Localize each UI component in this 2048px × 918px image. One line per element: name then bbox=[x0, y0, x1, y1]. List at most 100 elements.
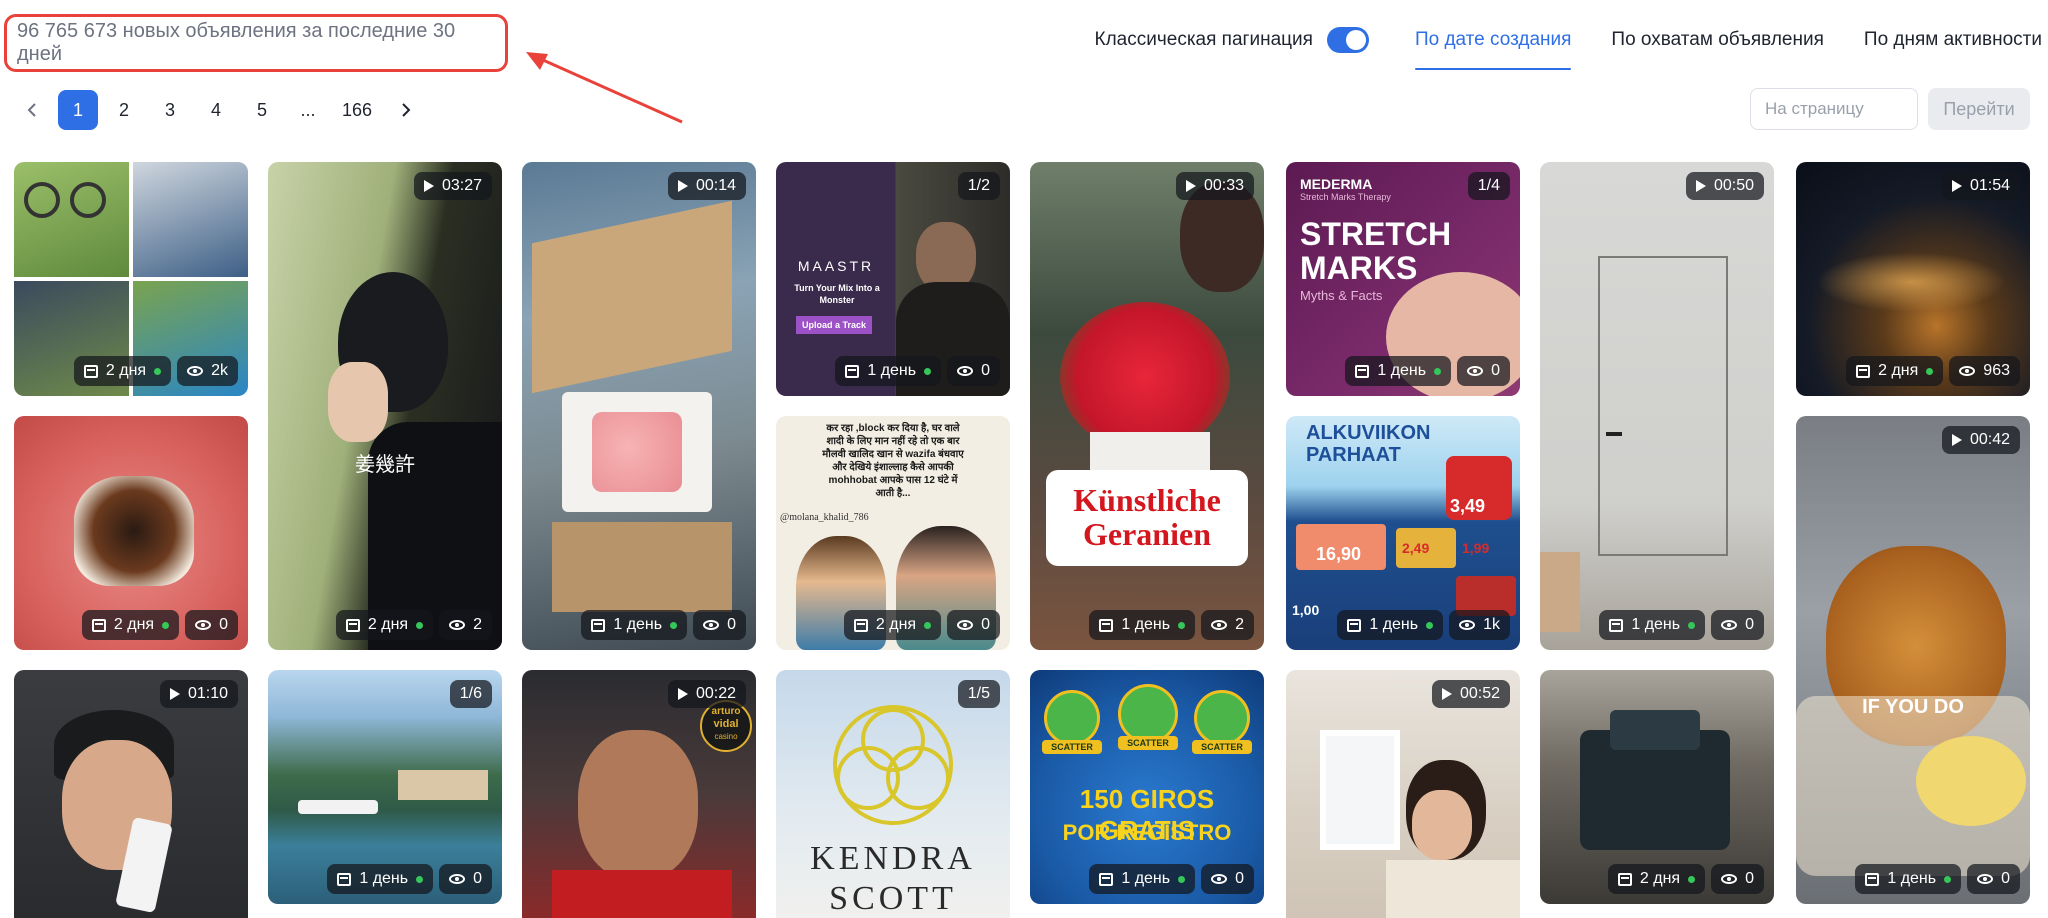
video-duration: 00:42 bbox=[1969, 431, 2010, 448]
classic-pagination-toggle[interactable] bbox=[1326, 27, 1369, 53]
ad-card[interactable]: 01:54 2 дня 963 bbox=[1796, 162, 2030, 396]
scatter-label-2: SCATTER bbox=[1118, 736, 1178, 750]
ad-age: 1 день bbox=[1887, 870, 1937, 887]
ad-stats: 2 дня 2 bbox=[330, 610, 492, 640]
play-icon bbox=[677, 180, 688, 192]
age-chip: 2 дня bbox=[335, 610, 434, 640]
annotation-arrow-icon bbox=[526, 52, 683, 124]
ad-card[interactable]: Künstliche Geranien 00:33 1 день 2 bbox=[1030, 162, 1264, 650]
views-chip: 0 bbox=[185, 610, 238, 640]
logo-text-3: casino bbox=[714, 732, 738, 741]
ad-title-line2: PARHAAT bbox=[1306, 444, 1401, 466]
price-5: 1,00 bbox=[1292, 602, 1320, 618]
ad-age: 1 день bbox=[867, 362, 917, 379]
ad-title-line2: MARKS bbox=[1300, 250, 1418, 286]
ad-views: 0 bbox=[219, 616, 228, 633]
ad-card[interactable]: 00:14 1 день 0 bbox=[522, 162, 756, 650]
video-duration: 03:27 bbox=[441, 177, 482, 194]
ad-title-line1: ALKUVIIKON bbox=[1306, 422, 1431, 444]
age-chip: 1 день bbox=[1089, 610, 1196, 640]
age-chip: 1 день bbox=[1599, 610, 1706, 640]
ad-card[interactable]: 00:52 bbox=[1286, 670, 1520, 918]
ad-stats: 2 дня 0 bbox=[1602, 864, 1764, 894]
ad-views: 2k bbox=[211, 362, 228, 379]
ad-count-text: 96 765 673 новых объявления за последние… bbox=[17, 20, 456, 65]
active-status-dot bbox=[1426, 621, 1434, 629]
ad-card[interactable]: KENDRA SCOTT 1/5 bbox=[776, 670, 1010, 918]
sort-tab-by-creation-date[interactable]: По дате создания bbox=[1414, 16, 1572, 70]
sort-tab-by-active-days[interactable]: По дням активности bbox=[1864, 16, 2042, 64]
page-5-button[interactable]: 5 bbox=[242, 90, 282, 130]
views-chip: 0 bbox=[1967, 864, 2020, 894]
eye-icon bbox=[449, 874, 466, 884]
page-3-button[interactable]: 3 bbox=[150, 90, 190, 130]
duration-badge: 00:22 bbox=[667, 680, 746, 708]
ad-card[interactable]: 01:10 bbox=[14, 670, 248, 918]
ad-card[interactable]: ALKUVIIKON PARHAAT 3,49 16,90 2,49 1,99 … bbox=[1286, 416, 1520, 650]
duration-badge: 01:10 bbox=[159, 680, 238, 708]
sort-tab-by-reach[interactable]: По охватам объявления bbox=[1611, 16, 1823, 64]
ad-card[interactable]: MEDERMA Stretch Marks Therapy STRETCH MA… bbox=[1286, 162, 1520, 396]
video-duration: 00:52 bbox=[1459, 685, 1500, 702]
ad-stats: 1 день 2 bbox=[1083, 610, 1254, 640]
logo-text-2: vidal bbox=[713, 718, 739, 730]
ad-stats: 1 день 0 bbox=[321, 864, 492, 894]
ad-age: 1 день bbox=[1369, 616, 1419, 633]
active-status-dot bbox=[670, 621, 678, 629]
views-chip: 0 bbox=[947, 356, 1000, 386]
active-status-dot bbox=[1434, 367, 1442, 375]
ad-views: 0 bbox=[1745, 616, 1754, 633]
slide-counter: 1/2 bbox=[967, 177, 990, 194]
ad-card[interactable]: SCATTER SCATTER SCATTER 150 GIROS GRATIS… bbox=[1030, 670, 1264, 904]
calendar-icon bbox=[591, 618, 606, 632]
page-1-button[interactable]: 1 bbox=[58, 90, 98, 130]
ad-views: 2 bbox=[473, 616, 482, 633]
play-icon bbox=[677, 688, 688, 700]
ad-thumbnail bbox=[522, 162, 756, 650]
slide-counter: 1/6 bbox=[459, 685, 482, 702]
ad-handle: @molana_khalid_786 bbox=[780, 512, 869, 523]
page-166-button[interactable]: 166 bbox=[334, 90, 380, 130]
ad-age: 1 день bbox=[1377, 362, 1427, 379]
scatter-label-1: SCATTER bbox=[1042, 740, 1102, 754]
prev-page-button[interactable] bbox=[12, 90, 52, 130]
ad-card[interactable]: IF YOU DO 00:42 1 день 0 bbox=[1796, 416, 2030, 904]
duration-badge: 00:42 bbox=[1941, 426, 2020, 454]
ad-age: 2 дня bbox=[1878, 362, 1919, 379]
age-chip: 1 день bbox=[1089, 864, 1196, 894]
age-chip: 2 дня bbox=[81, 610, 180, 640]
ad-card[interactable]: MAASTR Turn Your Mix Into a Monster Uplo… bbox=[776, 162, 1010, 396]
ad-card[interactable]: 2 дня 2k bbox=[14, 162, 248, 396]
ad-age: 1 день bbox=[359, 870, 409, 887]
ad-card[interactable]: arturo vidal casino 00:22 bbox=[522, 670, 756, 918]
active-status-dot bbox=[416, 875, 424, 883]
eye-icon bbox=[1959, 366, 1976, 376]
ad-card[interactable]: 1/6 1 день 0 bbox=[268, 670, 502, 904]
active-status-dot bbox=[416, 621, 424, 629]
ad-text-line4: और देखिये इंशाल्लाह कैसे आपकी bbox=[832, 462, 954, 473]
ad-caption: 姜幾許 bbox=[355, 454, 415, 476]
ad-card[interactable]: 2 дня 0 bbox=[14, 416, 248, 650]
page-4-button[interactable]: 4 bbox=[196, 90, 236, 130]
age-chip: 1 день bbox=[1337, 610, 1444, 640]
ad-card[interactable]: 00:50 1 день 0 bbox=[1540, 162, 1774, 650]
eye-icon bbox=[1459, 620, 1476, 630]
page-2-button[interactable]: 2 bbox=[104, 90, 144, 130]
ad-card[interactable]: 2 дня 0 bbox=[1540, 670, 1774, 904]
eye-icon bbox=[703, 620, 720, 630]
eye-icon bbox=[449, 620, 466, 630]
eye-icon bbox=[1211, 874, 1228, 884]
ad-card[interactable]: कर रहा ,block कर दिया है, घर वाले शादी क… bbox=[776, 416, 1010, 650]
goto-page-input[interactable] bbox=[1750, 88, 1918, 130]
views-chip: 0 bbox=[1457, 356, 1510, 386]
goto-page-button[interactable]: Перейти bbox=[1928, 88, 2030, 130]
slide-counter-badge: 1/5 bbox=[957, 680, 1000, 708]
price-3: 2,49 bbox=[1402, 540, 1430, 556]
views-chip: 0 bbox=[947, 610, 1000, 640]
video-duration: 00:33 bbox=[1203, 177, 1244, 194]
ad-card[interactable]: 姜幾許 03:27 2 дня 2 bbox=[268, 162, 502, 650]
next-page-button[interactable] bbox=[386, 90, 426, 130]
calendar-icon bbox=[345, 618, 360, 632]
active-status-dot bbox=[1688, 875, 1696, 883]
ad-age: 2 дня bbox=[113, 616, 155, 633]
